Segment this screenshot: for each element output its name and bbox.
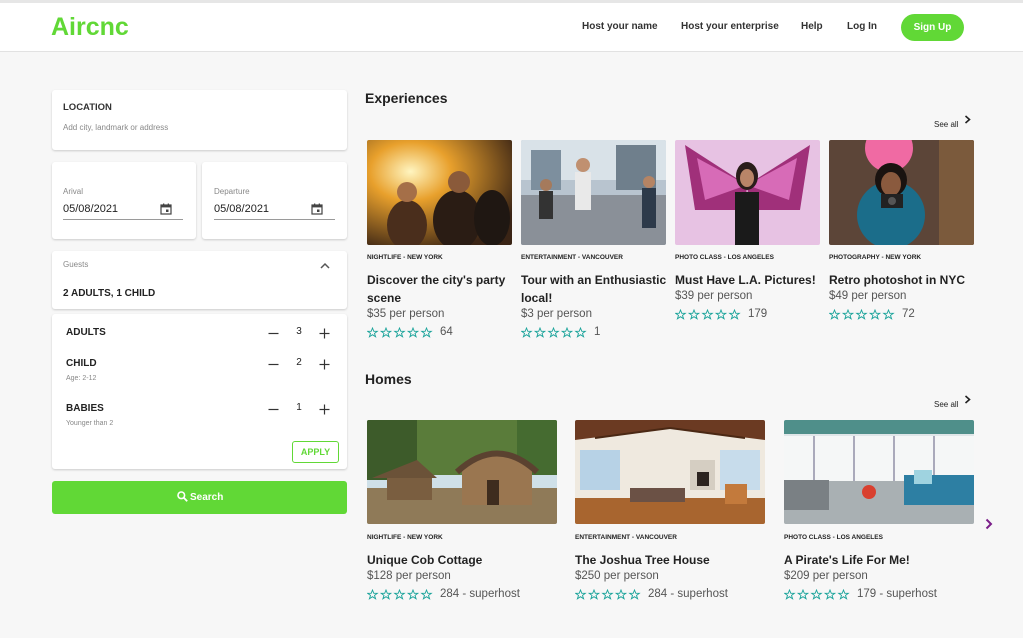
guests-summary: 2 ADULTS, 1 CHILD: [63, 288, 156, 299]
review-count: 64: [440, 326, 453, 338]
rating-stars: [784, 589, 850, 600]
rating-stars: [521, 327, 587, 338]
experience-price: $3 per person: [521, 308, 592, 320]
babies-label: BABIES: [66, 403, 104, 414]
home-category: ENTERTAINMENT - VANCOUVER: [575, 534, 677, 541]
home-price: $209 per person: [784, 570, 868, 582]
plus-icon[interactable]: [319, 404, 330, 415]
experience-category: PHOTOGRAPHY - NEW YORK: [829, 254, 922, 261]
rating-stars: [675, 309, 741, 320]
review-count: 284 - superhost: [440, 588, 520, 600]
review-count: 284 - superhost: [648, 588, 728, 600]
review-count: 72: [902, 308, 915, 320]
plus-icon[interactable]: [319, 328, 330, 339]
apply-button[interactable]: APPLY: [292, 441, 339, 463]
rating-stars: [575, 589, 641, 600]
minus-icon[interactable]: [268, 359, 279, 370]
chevron-right-icon: [964, 115, 971, 124]
search-label: Search: [190, 492, 224, 503]
experience-title: Retro photoshot in NYC: [829, 273, 965, 287]
arrival-underline: [63, 219, 183, 220]
adults-count: 3: [296, 326, 302, 337]
adults-label: ADULTS: [66, 327, 106, 338]
departure-underline: [214, 219, 335, 220]
nav-login[interactable]: Log In: [847, 21, 877, 32]
experience-photo: [675, 140, 820, 245]
experience-price: $39 per person: [675, 290, 753, 302]
see-all-label: See all: [934, 120, 959, 129]
experience-category: NIGHTLIFE - NEW YORK: [367, 254, 443, 261]
experience-price: $49 per person: [829, 290, 907, 302]
review-count: 179: [748, 308, 768, 320]
logo[interactable]: Aircnc: [51, 13, 129, 42]
homes-see-all[interactable]: See all: [934, 395, 971, 409]
departure-field[interactable]: Departure 05/08/2021: [202, 162, 347, 239]
arrival-input[interactable]: 05/08/2021: [63, 203, 118, 215]
nav-host-your-enterprise[interactable]: Host your enterprise: [681, 21, 779, 32]
location-field[interactable]: LOCATION Add city, landmark or address: [52, 90, 347, 150]
nav-host-your-name[interactable]: Host your name: [582, 21, 658, 32]
experience-title: Must Have L.A. Pictures!: [675, 273, 816, 287]
child-hint: Age: 2-12: [66, 375, 97, 382]
signup-button[interactable]: Sign Up: [901, 14, 964, 41]
rating-stars: [367, 589, 433, 600]
home-photo: [367, 420, 557, 524]
departure-label: Departure: [214, 187, 250, 196]
chevron-right-icon: [964, 395, 971, 404]
rating-stars: [829, 309, 895, 320]
homes-title: Homes: [365, 371, 412, 387]
arrival-label: Arival: [63, 187, 84, 196]
experiences-title: Experiences: [365, 90, 448, 106]
search-icon: [177, 491, 188, 502]
babies-count: 1: [296, 402, 302, 413]
see-all-label: See all: [934, 400, 959, 409]
experience-title: Discover the city's party scene: [367, 273, 506, 305]
experience-price: $35 per person: [367, 308, 445, 320]
review-count: 1: [594, 326, 601, 338]
experiences-see-all[interactable]: See all: [934, 115, 971, 129]
home-title: The Joshua Tree House: [575, 553, 710, 567]
experience-photo: [521, 140, 666, 245]
search-button[interactable]: Search: [52, 481, 347, 514]
experience-title: Tour with an Enthusiastic local!: [521, 273, 667, 305]
experience-category: ENTERTAINMENT - VANCOUVER: [521, 254, 623, 261]
home-category: NIGHTLIFE - NEW YORK: [367, 534, 443, 541]
home-title: Unique Cob Cottage: [367, 553, 483, 567]
home-price: $128 per person: [367, 570, 451, 582]
app-header: Aircnc Host your name Host your enterpri…: [0, 3, 1023, 52]
arrival-field[interactable]: Arival 05/08/2021: [52, 162, 196, 239]
home-price: $250 per person: [575, 570, 659, 582]
review-count: 179 - superhost: [857, 588, 937, 600]
home-photo: [575, 420, 765, 524]
location-label: LOCATION: [63, 102, 112, 113]
experience-photo: [829, 140, 974, 245]
departure-input[interactable]: 05/08/2021: [214, 203, 269, 215]
home-title: A Pirate's Life For Me!: [784, 553, 910, 567]
guests-label: Guests: [63, 260, 89, 269]
minus-icon[interactable]: [268, 404, 279, 415]
child-count: 2: [296, 357, 302, 368]
child-label: CHILD: [66, 358, 97, 369]
calendar-icon[interactable]: [160, 203, 172, 215]
babies-hint: Younger than 2: [66, 420, 114, 427]
plus-icon[interactable]: [319, 359, 330, 370]
nav-help[interactable]: Help: [801, 21, 823, 32]
carousel-next-icon[interactable]: [984, 518, 994, 530]
calendar-icon[interactable]: [311, 203, 323, 215]
minus-icon[interactable]: [268, 328, 279, 339]
guests-dropdown[interactable]: Guests 2 ADULTS, 1 CHILD: [52, 251, 347, 309]
home-category: PHOTO CLASS - LOS ANGELES: [784, 534, 883, 541]
home-photo: [784, 420, 974, 524]
location-input[interactable]: Add city, landmark or address: [63, 123, 168, 132]
experience-category: PHOTO CLASS - LOS ANGELES: [675, 254, 774, 261]
rating-stars: [367, 327, 433, 338]
chevron-up-icon[interactable]: [320, 262, 330, 269]
experience-photo: [367, 140, 512, 245]
